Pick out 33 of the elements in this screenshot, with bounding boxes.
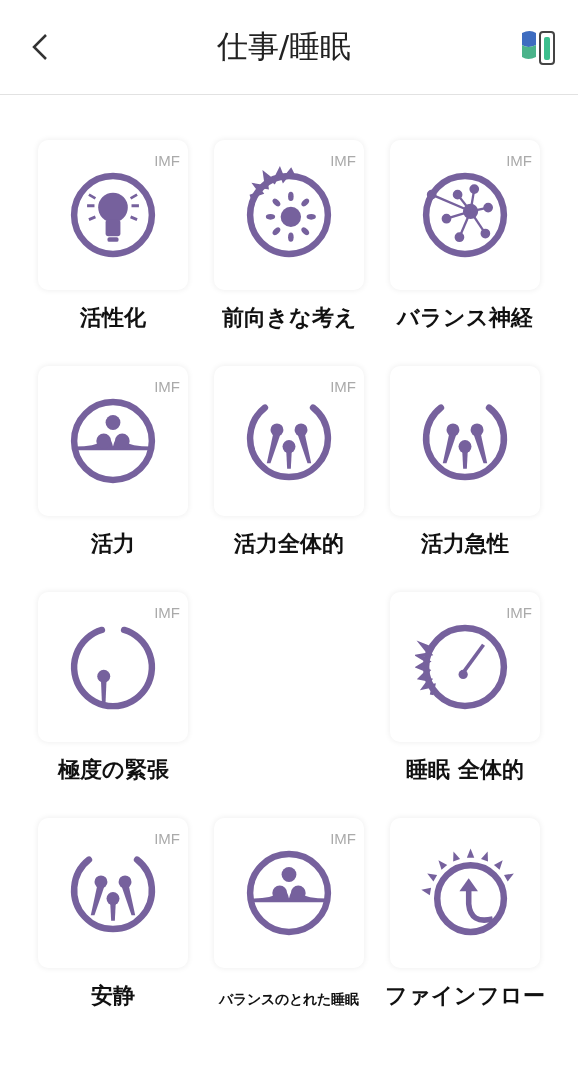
tile-label: 睡眠 全体的: [406, 756, 524, 784]
program-tile[interactable]: IMF: [38, 140, 188, 290]
imf-label: IMF: [154, 378, 180, 395]
program-tile[interactable]: IMF: [38, 818, 188, 968]
program-tile[interactable]: IMF: [390, 140, 540, 290]
tile-label: バランス神経: [397, 304, 533, 332]
program-tile[interactable]: IMF: [38, 592, 188, 742]
program-tile[interactable]: IMF: [38, 366, 188, 516]
imf-label: IMF: [330, 378, 356, 395]
imf-label: IMF: [506, 604, 532, 621]
imf-label: IMF: [154, 604, 180, 621]
tile-label: 極度の緊張: [57, 756, 169, 784]
tile-label: 安静: [91, 982, 135, 1010]
program-tile[interactable]: [390, 818, 540, 968]
tile-label: バランスのとれた睡眠: [219, 990, 359, 1009]
tile-label: ファインフロー: [385, 982, 545, 1010]
back-icon[interactable]: [30, 33, 48, 61]
tile-label: 活力全体的: [234, 530, 344, 558]
imf-label: IMF: [330, 152, 356, 169]
program-tile[interactable]: IMF: [214, 140, 364, 290]
program-tile[interactable]: [390, 366, 540, 516]
tile-label: 活力: [91, 530, 135, 558]
tile-label: 活性化: [80, 304, 146, 332]
imf-label: IMF: [154, 830, 180, 847]
tile-label: 前向きな考え: [221, 304, 357, 332]
program-tile[interactable]: IMF: [214, 366, 364, 516]
imf-label: IMF: [506, 152, 532, 169]
program-tile[interactable]: IMF: [390, 592, 540, 742]
page-title: 仕事/睡眠: [216, 27, 352, 66]
imf-label: IMF: [154, 152, 180, 169]
tile-label: 活力急性: [421, 530, 509, 558]
program-tile[interactable]: IMF: [214, 818, 364, 968]
imf-label: IMF: [330, 830, 356, 847]
